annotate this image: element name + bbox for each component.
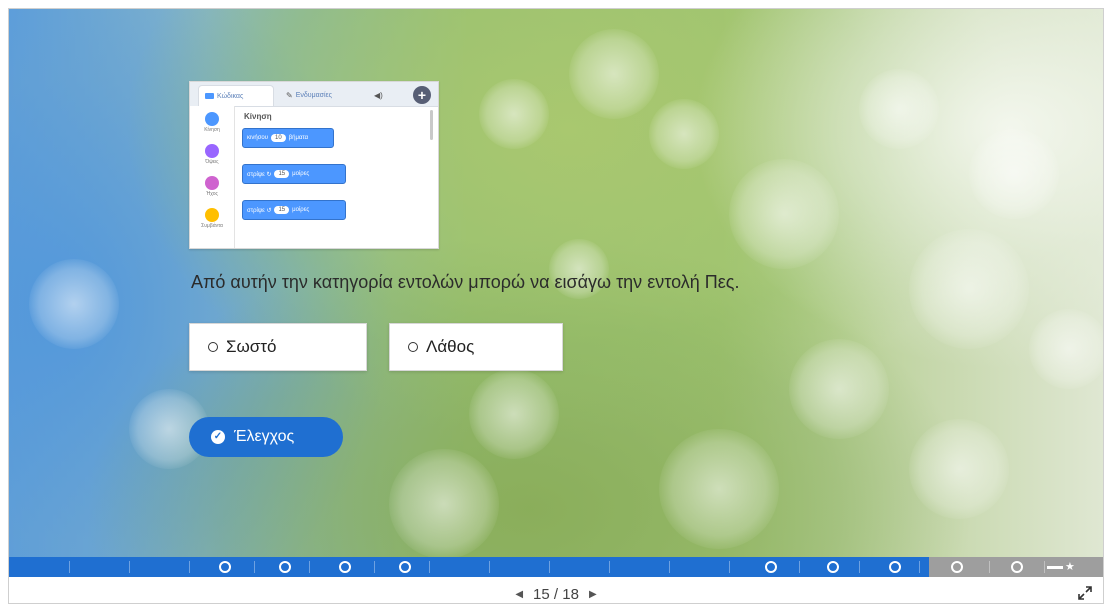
progress-tick (919, 561, 920, 573)
page-separator: / (553, 585, 559, 603)
presentation-frame: Κώδικας ✎ Ενδυμασίες ◀) + Κίνηση Όψεις Ή… (8, 8, 1104, 604)
progress-question-dot[interactable] (339, 561, 351, 573)
progress-tick (549, 561, 550, 573)
progress-tick (859, 561, 860, 573)
bokeh-light (649, 99, 719, 169)
radio-icon (408, 342, 418, 352)
block-palette: Κίνηση κινήσου 10 βήματα στρίψε ↻ 15 μοί… (236, 106, 432, 248)
progress-tick (489, 561, 490, 573)
move-block: κινήσου 10 βήματα (242, 128, 334, 148)
category-events: Συμβάντα (190, 208, 234, 229)
progress-question-dot[interactable] (827, 561, 839, 573)
progress-tick (799, 561, 800, 573)
bokeh-light (909, 229, 1029, 349)
answer-label: Σωστό (226, 337, 277, 356)
radio-icon (208, 342, 218, 352)
add-extension-icon: + (413, 86, 431, 104)
code-icon (205, 93, 214, 99)
question-text: Από αυτήν την κατηγορία εντολών μπορώ να… (191, 272, 740, 292)
progress-tick (129, 561, 130, 573)
progress-question-dot[interactable] (1011, 561, 1023, 573)
fullscreen-icon[interactable] (1077, 585, 1093, 601)
slide-navigation: ◀ 15 / 18 ▶ (9, 583, 1103, 603)
bokeh-light (909, 419, 1009, 519)
bokeh-light (969, 129, 1059, 219)
slide-stage: Κώδικας ✎ Ενδυμασίες ◀) + Κίνηση Όψεις Ή… (9, 9, 1103, 557)
bokeh-light (1029, 309, 1103, 389)
progress-question-dot[interactable] (951, 561, 963, 573)
page-indicator: 15 / 18 (533, 586, 579, 603)
bokeh-light (389, 449, 499, 557)
speaker-icon: ◀) (374, 91, 383, 100)
progress-tick (254, 561, 255, 573)
category-sound: Ήχος (190, 176, 234, 197)
category-dot (205, 144, 219, 158)
progress-tick (609, 561, 610, 573)
bokeh-light (29, 259, 119, 349)
bokeh-light (479, 79, 549, 149)
answer-true-option[interactable]: Σωστό (189, 323, 367, 371)
star-icon: ★ (1065, 561, 1075, 573)
progress-question-dot[interactable] (399, 561, 411, 573)
category-dot (205, 112, 219, 126)
tab-code: Κώδικας (198, 85, 274, 106)
progress-tick (374, 561, 375, 573)
progress-tick (189, 561, 190, 573)
bokeh-light (729, 159, 839, 269)
previous-slide-arrow-icon[interactable]: ◀ (515, 589, 523, 600)
bokeh-light (859, 69, 939, 149)
page-total: 18 (562, 585, 579, 603)
progress-bar: ★ (9, 557, 1103, 577)
turn-left-block: στρίψε ↺ 15 μοίρες (242, 200, 346, 220)
check-button-label: Έλεγχος (234, 428, 295, 445)
progress-question-dot[interactable] (219, 561, 231, 573)
progress-tick (669, 561, 670, 573)
category-looks: Όψεις (190, 144, 234, 165)
palette-scrollbar (430, 110, 433, 140)
scratch-blocks-thumbnail: Κώδικας ✎ Ενδυμασίες ◀) + Κίνηση Όψεις Ή… (189, 81, 439, 249)
next-slide-arrow-icon[interactable]: ▶ (589, 589, 597, 600)
brush-icon: ✎ (286, 91, 293, 100)
progress-tick (729, 561, 730, 573)
bokeh-light (569, 29, 659, 119)
category-dot (205, 208, 219, 222)
answer-false-option[interactable]: Λάθος (389, 323, 563, 371)
bokeh-light (659, 429, 779, 549)
progress-question-dot[interactable] (765, 561, 777, 573)
check-circle-icon: ✓ (211, 430, 225, 444)
progress-question-dot[interactable] (279, 561, 291, 573)
page-current: 15 (533, 585, 550, 603)
palette-title: Κίνηση (244, 112, 272, 121)
progress-question-dot[interactable] (889, 561, 901, 573)
bokeh-light (789, 339, 889, 439)
category-dot (205, 176, 219, 190)
progress-tick (989, 561, 990, 573)
tab-costumes: ✎ Ενδυμασίες (286, 91, 333, 100)
category-motion: Κίνηση (190, 112, 234, 133)
check-button[interactable]: ✓ Έλεγχος (189, 417, 343, 457)
bokeh-light (469, 369, 559, 459)
progress-tick (309, 561, 310, 573)
progress-end-bar (1047, 566, 1063, 569)
answer-label: Λάθος (426, 337, 475, 356)
progress-tick (1044, 561, 1045, 573)
progress-tick (429, 561, 430, 573)
turn-right-block: στρίψε ↻ 15 μοίρες (242, 164, 346, 184)
progress-tick (69, 561, 70, 573)
editor-tabs: Κώδικας ✎ Ενδυμασίες ◀) + (190, 82, 438, 107)
category-list: Κίνηση Όψεις Ήχος Συμβάντα (190, 106, 235, 248)
tab-sounds: ◀) (368, 85, 398, 106)
